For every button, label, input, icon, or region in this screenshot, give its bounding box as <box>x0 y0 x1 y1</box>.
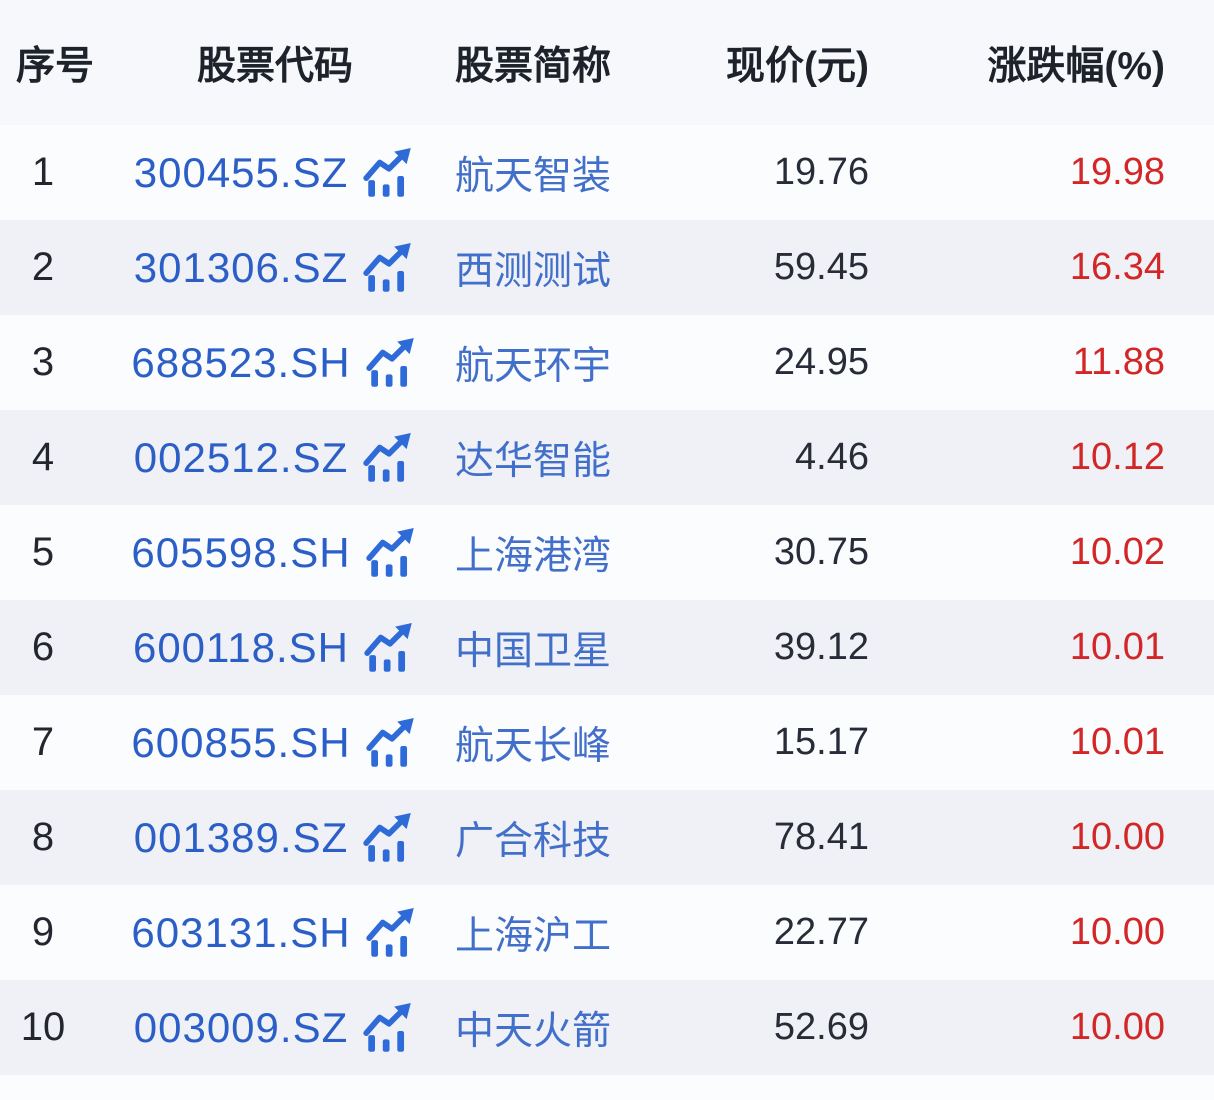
stock-code-cell[interactable]: 600855.SH <box>120 715 430 771</box>
trend-chart-icon[interactable] <box>365 717 419 773</box>
price-value: 30.75 <box>660 531 885 574</box>
change-percent-value: 10.01 <box>885 721 1214 764</box>
stock-code-cell[interactable]: 003009.SZ <box>120 1000 430 1056</box>
trend-chart-icon[interactable] <box>362 812 416 868</box>
trend-chart-icon[interactable] <box>362 1002 416 1058</box>
row-index: 9 <box>0 910 120 955</box>
stock-code-link[interactable]: 300455.SZ <box>134 149 349 197</box>
trend-chart-icon[interactable] <box>365 337 419 393</box>
price-value: 24.95 <box>660 341 885 384</box>
row-index: 3 <box>0 340 120 385</box>
stock-name-link[interactable]: 广合科技 <box>430 810 660 866</box>
table-row[interactable]: 8 001389.SZ 广合科技 78.41 <box>0 790 1214 885</box>
stock-name-link[interactable]: 中国卫星 <box>430 620 660 676</box>
price-value: 4.46 <box>660 436 885 479</box>
trend-chart-icon[interactable] <box>362 242 416 298</box>
price-value: 22.77 <box>660 911 885 954</box>
header-index: 序号 <box>0 35 120 91</box>
stock-code-cell[interactable]: 600118.SH <box>120 620 430 676</box>
header-change-percent: 涨跌幅(%) <box>885 35 1214 91</box>
stock-name-link[interactable]: 西测测试 <box>430 240 660 296</box>
stock-name-link[interactable]: 航天长峰 <box>430 715 660 771</box>
table-row[interactable]: 10 003009.SZ 中天火箭 52.69 <box>0 980 1214 1075</box>
stock-code-cell[interactable]: 002512.SZ <box>120 430 430 486</box>
header-stock-name: 股票简称 <box>430 35 660 91</box>
row-index: 1 <box>0 150 120 195</box>
row-index: 4 <box>0 435 120 480</box>
table-row[interactable]: 4 002512.SZ 达华智能 4.46 1 <box>0 410 1214 505</box>
stock-name-link[interactable]: 航天环宇 <box>430 335 660 391</box>
stock-code-link[interactable]: 001389.SZ <box>134 814 349 862</box>
row-index: 10 <box>0 1005 120 1050</box>
stock-name-link[interactable]: 航天智装 <box>430 145 660 201</box>
table-row[interactable]: 7 600855.SH 航天长峰 15.17 <box>0 695 1214 790</box>
row-index: 5 <box>0 530 120 575</box>
stock-code-cell[interactable]: 301306.SZ <box>120 240 430 296</box>
change-percent-value: 16.34 <box>885 246 1214 289</box>
stock-name-link[interactable]: 上海港湾 <box>430 525 660 581</box>
price-value: 59.45 <box>660 246 885 289</box>
trend-chart-icon[interactable] <box>363 622 417 678</box>
stock-name-link[interactable]: 达华智能 <box>430 430 660 486</box>
header-stock-code: 股票代码 <box>120 35 430 91</box>
row-index: 6 <box>0 625 120 670</box>
stock-code-link[interactable]: 603131.SH <box>131 909 350 957</box>
table-row[interactable]: 3 688523.SH 航天环宇 24.95 <box>0 315 1214 410</box>
stock-name-link[interactable]: 上海沪工 <box>430 905 660 961</box>
table-row[interactable]: 9 603131.SH 上海沪工 22.77 <box>0 885 1214 980</box>
row-index: 2 <box>0 245 120 290</box>
trend-chart-icon[interactable] <box>365 907 419 963</box>
price-value: 78.41 <box>660 816 885 859</box>
table-row[interactable]: 1 300455.SZ 航天智装 19.76 <box>0 125 1214 220</box>
price-value: 15.17 <box>660 721 885 764</box>
stock-code-link[interactable]: 301306.SZ <box>134 244 349 292</box>
row-index: 7 <box>0 720 120 765</box>
stock-code-cell[interactable]: 603131.SH <box>120 905 430 961</box>
price-value: 52.69 <box>660 1006 885 1049</box>
change-percent-value: 10.00 <box>885 1006 1214 1049</box>
stock-code-cell[interactable]: 001389.SZ <box>120 810 430 866</box>
stock-code-link[interactable]: 600118.SH <box>133 624 349 672</box>
change-percent-value: 10.00 <box>885 911 1214 954</box>
change-percent-value: 19.98 <box>885 151 1214 194</box>
stock-code-link[interactable]: 688523.SH <box>131 339 350 387</box>
stock-code-cell[interactable]: 605598.SH <box>120 525 430 581</box>
stock-code-link[interactable]: 003009.SZ <box>134 1004 349 1052</box>
table-row[interactable]: 5 605598.SH 上海港湾 30.75 <box>0 505 1214 600</box>
price-value: 19.76 <box>660 151 885 194</box>
stock-code-link[interactable]: 002512.SZ <box>134 434 349 482</box>
stock-code-cell[interactable]: 688523.SH <box>120 335 430 391</box>
stock-name-link[interactable]: 中天火箭 <box>430 1000 660 1056</box>
stock-list-table: 序号 股票代码 股票简称 现价(元) 涨跌幅(%) 1 300455.SZ <box>0 0 1214 1075</box>
trend-chart-icon[interactable] <box>362 147 416 203</box>
price-value: 39.12 <box>660 626 885 669</box>
change-percent-value: 10.00 <box>885 816 1214 859</box>
header-price: 现价(元) <box>660 35 885 91</box>
stock-code-link[interactable]: 605598.SH <box>131 529 350 577</box>
row-index: 8 <box>0 815 120 860</box>
table-row[interactable]: 6 600118.SH 中国卫星 39.12 <box>0 600 1214 695</box>
table-row[interactable]: 2 301306.SZ 西测测试 59.45 <box>0 220 1214 315</box>
stock-code-cell[interactable]: 300455.SZ <box>120 145 430 201</box>
change-percent-value: 10.02 <box>885 531 1214 574</box>
change-percent-value: 10.01 <box>885 626 1214 669</box>
trend-chart-icon[interactable] <box>365 527 419 583</box>
trend-chart-icon[interactable] <box>362 432 416 488</box>
table-header-row: 序号 股票代码 股票简称 现价(元) 涨跌幅(%) <box>0 0 1214 125</box>
change-percent-value: 11.88 <box>885 341 1214 384</box>
stock-code-link[interactable]: 600855.SH <box>131 719 350 767</box>
change-percent-value: 10.12 <box>885 436 1214 479</box>
